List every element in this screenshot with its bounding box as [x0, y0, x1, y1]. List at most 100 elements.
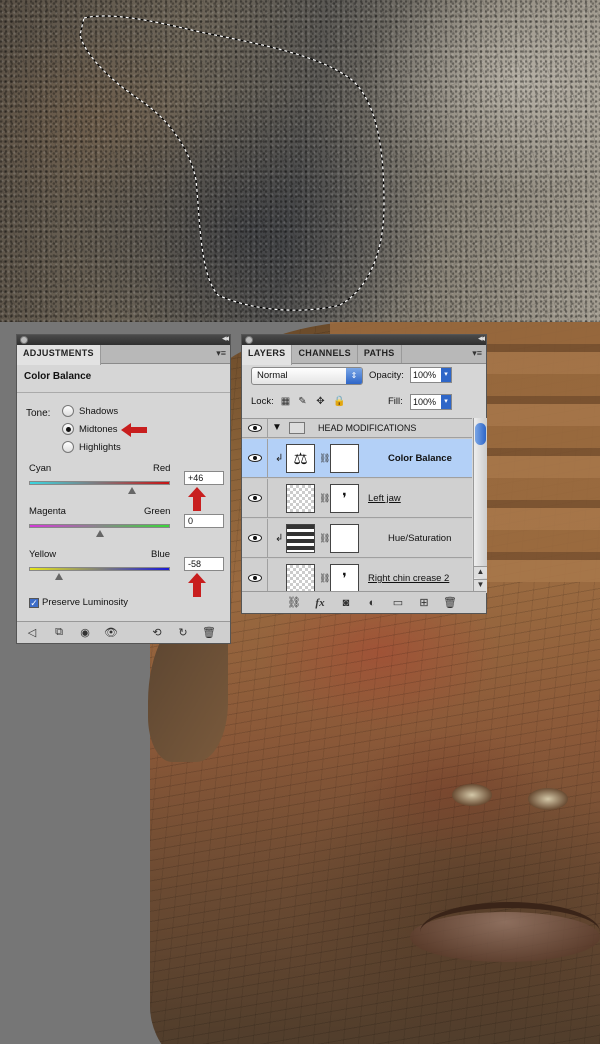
layers-scrollbar[interactable]: ▲ ▼: [473, 418, 487, 593]
elephant-skin-photo: [0, 0, 600, 322]
fx-icon[interactable]: fx: [313, 596, 327, 610]
lock-all-icon[interactable]: 🔒: [333, 396, 345, 407]
layer-hue-saturation[interactable]: ↲ ⛓ Hue/Saturation: [242, 519, 472, 558]
delete-icon[interactable]: 🗑: [202, 626, 216, 640]
panel-titlebar[interactable]: ◂◂: [17, 333, 230, 345]
disclosure-triangle-icon[interactable]: ▼: [272, 422, 282, 433]
add-mask-icon[interactable]: ◙: [339, 596, 353, 610]
close-icon[interactable]: [20, 336, 28, 344]
chain-link-icon[interactable]: ⛓: [319, 533, 330, 544]
marquee-selection[interactable]: [0, 0, 600, 322]
slider-right-label: Green: [144, 506, 171, 517]
lock-move-icon[interactable]: ✥: [315, 396, 326, 407]
layer-left-jaw[interactable]: ⛓ ❜ Left jaw: [242, 479, 472, 518]
toggle-view-icon[interactable]: ◉: [78, 626, 92, 640]
annotation-arrow-up-icon: [188, 573, 206, 597]
radio-shadows[interactable]: Shadows: [62, 405, 118, 417]
chain-link-icon[interactable]: ⛓: [319, 573, 330, 584]
scroll-up-icon[interactable]: ▲: [474, 566, 487, 578]
reset-icon[interactable]: ↻: [176, 626, 190, 640]
chevron-updown-icon[interactable]: ⇕: [346, 368, 362, 384]
visibility-eye-icon[interactable]: 👁: [104, 626, 118, 640]
tab-channels[interactable]: CHANNELS: [292, 345, 358, 363]
yellow-blue-value-field[interactable]: -58: [184, 557, 224, 571]
adjustment-heading: Color Balance: [24, 371, 92, 382]
tab-layers[interactable]: LAYERS: [242, 345, 293, 365]
panel-titlebar[interactable]: ◂◂: [242, 333, 486, 345]
radio-button[interactable]: [62, 405, 74, 417]
clip-to-layer-icon[interactable]: ⧉: [52, 626, 66, 640]
layer-list: ▼ HEAD MODIFICATIONS ↲ ⚖ ⛓ Color Balance…: [242, 418, 472, 593]
radio-highlights[interactable]: Highlights: [62, 441, 121, 453]
layer-right-chin-crease[interactable]: ⛓ ❜ Right chin crease 2: [242, 559, 472, 593]
opacity-value: 100%: [413, 370, 437, 380]
layer-mask-thumbnail[interactable]: [330, 524, 359, 553]
trash-icon[interactable]: 🗑: [443, 596, 457, 610]
slider-right-label: Red: [153, 463, 171, 474]
scroll-down-icon[interactable]: ▼: [474, 579, 487, 591]
fill-label: Fill:: [388, 396, 403, 407]
layer-thumbnail[interactable]: [286, 564, 315, 593]
layer-name[interactable]: HEAD MODIFICATIONS: [318, 423, 416, 433]
layer-group-head-modifications[interactable]: ▼ HEAD MODIFICATIONS: [242, 419, 472, 438]
radio-midtones[interactable]: Midtones: [62, 423, 118, 435]
visibility-eye-icon[interactable]: [242, 419, 268, 437]
radio-button[interactable]: [62, 441, 74, 453]
visibility-eye-icon[interactable]: [242, 519, 268, 557]
cyan-red-value-field[interactable]: +46: [184, 471, 224, 485]
layer-color-balance[interactable]: ↲ ⚖ ⛓ Color Balance: [242, 439, 472, 478]
magenta-green-slider[interactable]: [29, 524, 170, 528]
slider-right-label: Blue: [151, 549, 171, 560]
chevron-down-icon[interactable]: ▾: [441, 395, 451, 409]
close-icon[interactable]: [245, 336, 253, 344]
check-icon[interactable]: ✓: [29, 597, 39, 608]
slider-left-label: Magenta: [29, 506, 66, 517]
radio-button[interactable]: [62, 423, 74, 435]
layer-thumbnail[interactable]: [286, 484, 315, 513]
magenta-green-value-field[interactable]: 0: [184, 514, 224, 528]
chain-link-icon[interactable]: ⛓: [319, 493, 330, 504]
slider-thumb[interactable]: [127, 487, 136, 494]
lock-transparency-icon[interactable]: ▦: [280, 396, 291, 407]
visibility-eye-icon[interactable]: [242, 559, 268, 593]
panel-tabs: LAYERS CHANNELS PATHS ▾≡: [242, 345, 486, 365]
preserve-luminosity-checkbox[interactable]: ✓ Preserve Luminosity: [29, 597, 128, 608]
layer-name[interactable]: Left jaw: [368, 493, 401, 504]
folder-icon: [289, 422, 305, 434]
chain-link-icon[interactable]: ⛓: [319, 453, 330, 464]
opacity-field[interactable]: 100% ▾: [410, 367, 452, 383]
collapse-icon[interactable]: ◂◂: [222, 333, 229, 344]
previous-state-icon[interactable]: ⟲: [150, 626, 164, 640]
collapse-icon[interactable]: ◂◂: [478, 333, 485, 344]
tab-paths[interactable]: PATHS: [358, 345, 402, 363]
new-layer-icon[interactable]: ⊞: [417, 596, 431, 610]
layer-name[interactable]: Right chin crease 2: [368, 573, 449, 584]
layer-mask-thumbnail[interactable]: [330, 444, 359, 473]
left-nostril: [452, 784, 492, 806]
yellow-blue-slider[interactable]: [29, 567, 170, 571]
panel-menu-icon[interactable]: ▾≡: [472, 348, 482, 359]
visibility-eye-icon[interactable]: [242, 439, 268, 477]
layer-name[interactable]: Hue/Saturation: [388, 533, 451, 544]
blend-mode-select[interactable]: Normal ⇕: [251, 367, 363, 385]
scroll-thumb[interactable]: [475, 423, 486, 445]
fill-field[interactable]: 100% ▾: [410, 394, 452, 410]
layer-mask-thumbnail[interactable]: ❜: [330, 484, 359, 513]
opacity-label: Opacity:: [369, 370, 404, 381]
panel-menu-icon[interactable]: ▾≡: [216, 348, 226, 359]
layer-mask-thumbnail[interactable]: ❜: [330, 564, 359, 593]
annotation-arrow-left-icon: [121, 423, 147, 437]
layer-name[interactable]: Color Balance: [388, 453, 452, 464]
visibility-eye-icon[interactable]: [242, 479, 268, 517]
tab-adjustments[interactable]: ADJUSTMENTS: [17, 345, 101, 365]
slider-thumb[interactable]: [95, 530, 104, 537]
lock-brush-icon[interactable]: ✎: [297, 396, 308, 407]
chevron-down-icon[interactable]: ▾: [441, 368, 451, 382]
new-adjustment-icon[interactable]: ◐: [365, 596, 379, 610]
new-group-icon[interactable]: ▭: [391, 596, 405, 610]
slider-thumb[interactable]: [54, 573, 63, 580]
checkbox-label: Preserve Luminosity: [42, 597, 129, 608]
cyan-red-slider[interactable]: [29, 481, 170, 485]
link-layers-icon[interactable]: ⛓: [287, 596, 301, 610]
back-arrow-icon[interactable]: ◁: [25, 626, 39, 640]
